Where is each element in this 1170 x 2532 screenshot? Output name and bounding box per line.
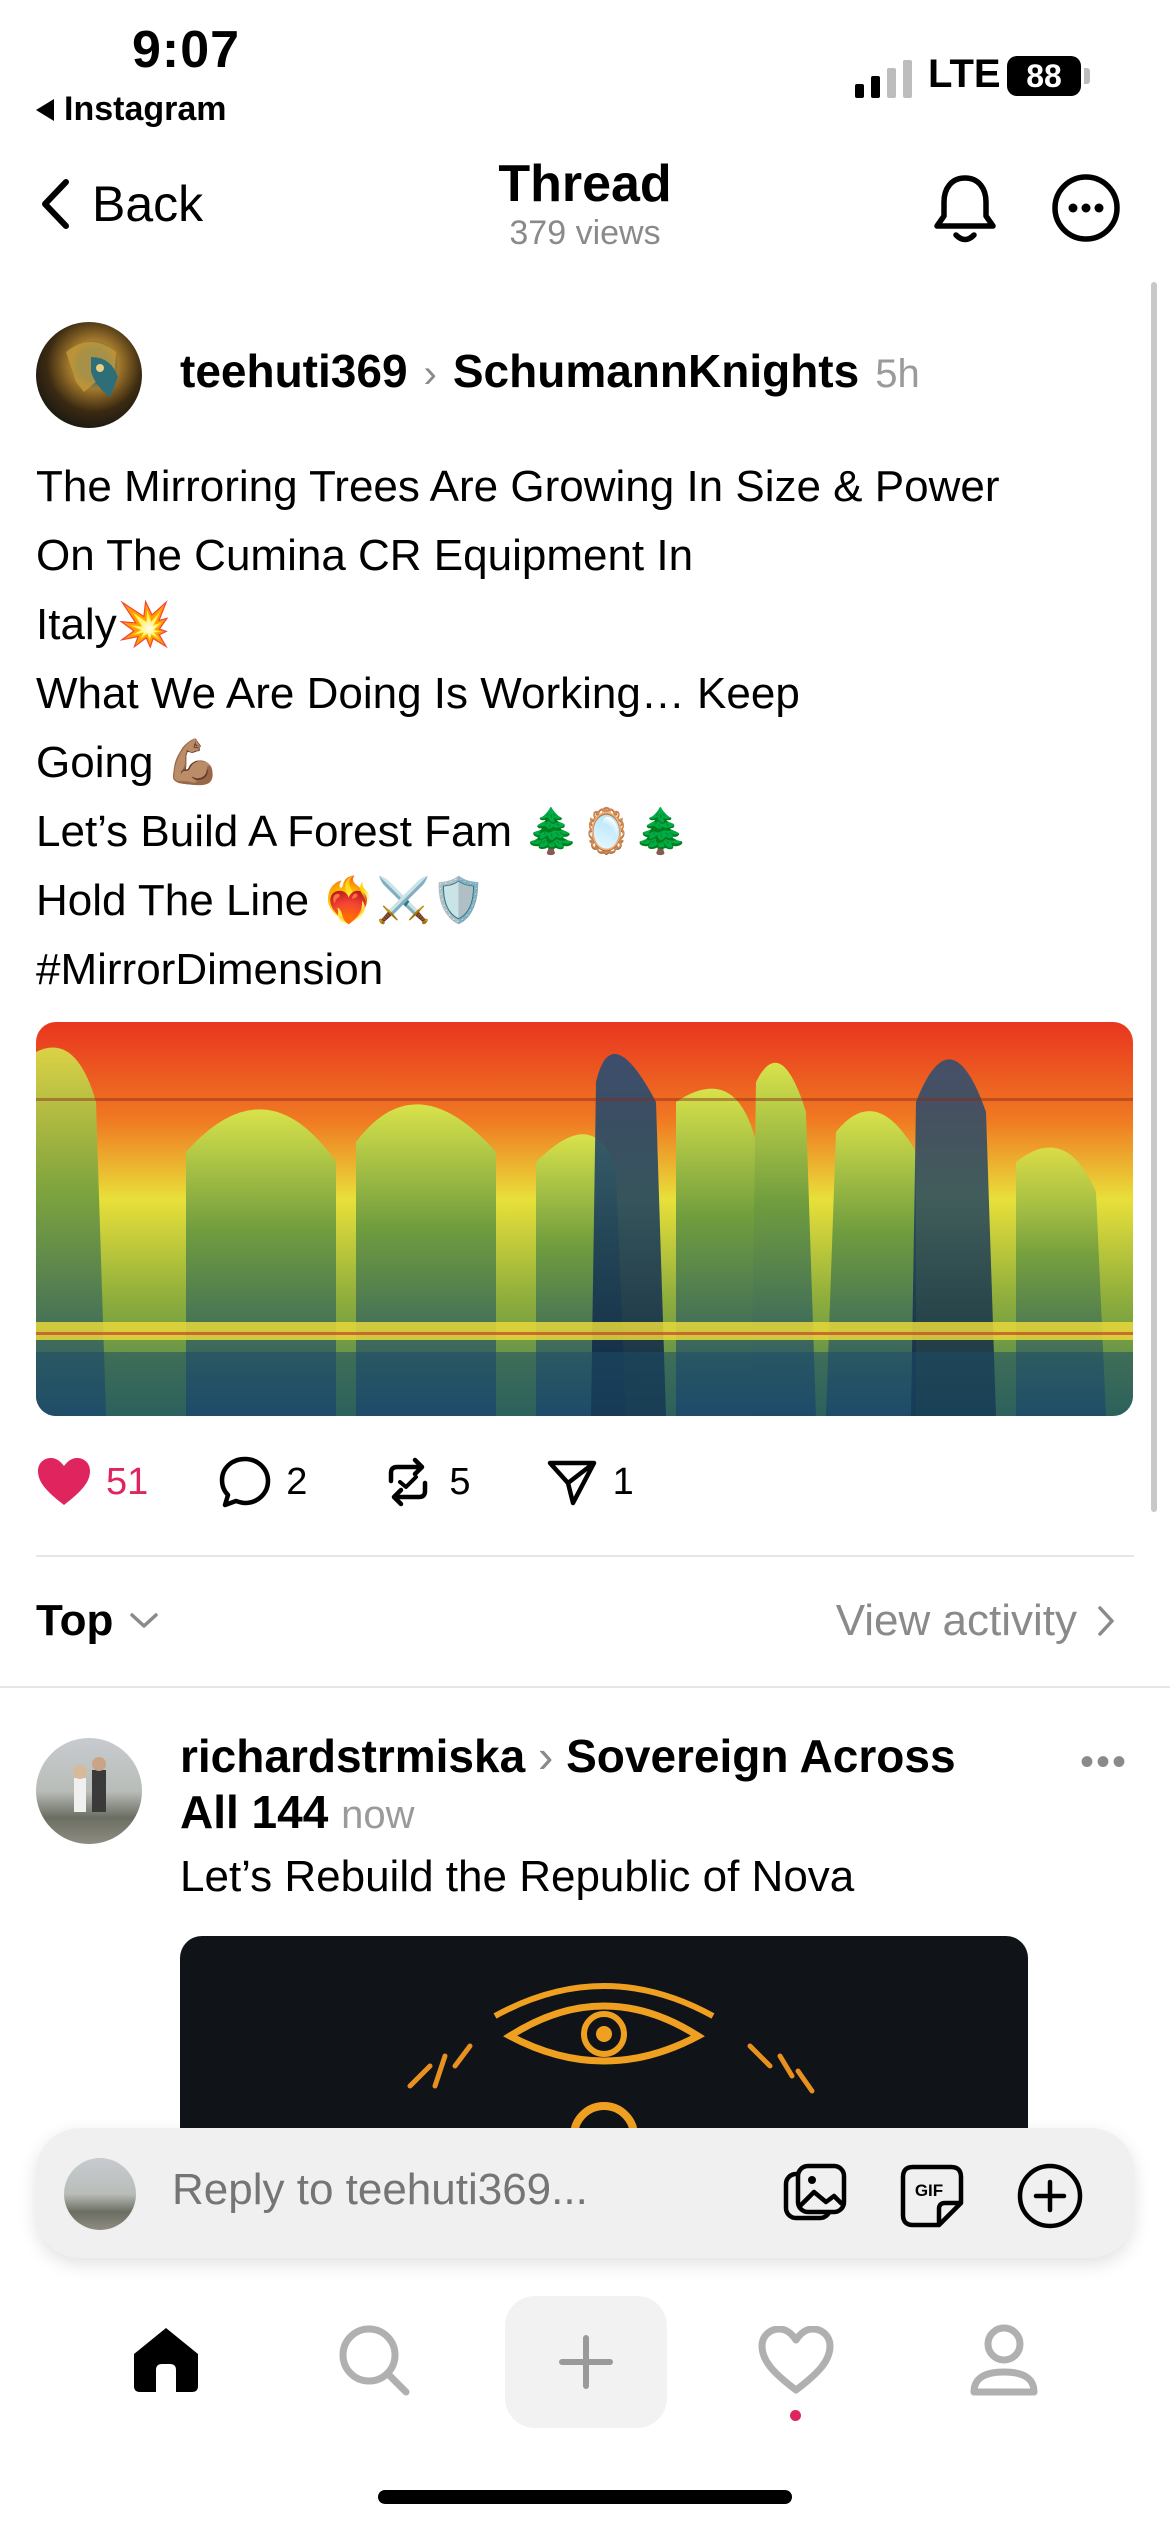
post-time: 5h [875, 352, 920, 396]
reply-community[interactable]: Sovereign Across [566, 1730, 955, 1782]
spectrogram-graphic [36, 1022, 1133, 1416]
reply-time: now [341, 1793, 415, 1837]
post-author-name[interactable]: teehuti369 [180, 344, 408, 398]
gif-button[interactable]: GIF [896, 2160, 968, 2232]
post-line: On The Cumina CR Equipment In [36, 531, 694, 580]
more-horizontal-icon [1052, 174, 1120, 242]
post-line: The Mirroring Trees Are Growing In Size … [36, 462, 1000, 511]
like-count: 51 [106, 1460, 149, 1503]
repost-icon [389, 1457, 428, 1507]
battery-level: 88 [1026, 57, 1062, 94]
back-to-app-link[interactable]: Instagram [36, 90, 227, 129]
post-line: What We Are Doing Is Working… Keep [36, 669, 800, 718]
back-triangle-icon [36, 98, 54, 121]
comment-count: 2 [286, 1460, 308, 1503]
status-time: 9:07 [132, 21, 241, 79]
scrollbar[interactable] [1151, 282, 1157, 1512]
share-button[interactable]: 1 [545, 1455, 634, 1509]
plus-icon [559, 2335, 613, 2389]
battery-tip [1084, 68, 1090, 84]
send-icon [547, 1460, 596, 1506]
reply-header: richardstrmiska › Sovereign Across All 1… [180, 1728, 1020, 1843]
tab-home[interactable] [106, 2300, 226, 2420]
avatar-image [73, 1757, 106, 1812]
post-actions: 51 2 5 1 [36, 1455, 634, 1509]
gallery-icon [783, 2163, 847, 2221]
search-icon [339, 2325, 410, 2396]
network-label: LTE [928, 52, 1001, 96]
heart-icon [38, 1458, 90, 1505]
reply-input[interactable] [172, 2165, 752, 2215]
plus-circle-icon [1017, 2163, 1083, 2229]
tab-activity[interactable] [736, 2300, 856, 2420]
like-button[interactable]: 51 [36, 1457, 148, 1507]
battery-icon: 88 [1007, 56, 1081, 96]
post-header: teehuti369 › SchumannKnights 5h [180, 344, 920, 398]
comment-button[interactable]: 2 [218, 1455, 307, 1509]
repost-count: 5 [449, 1460, 471, 1503]
post-author-avatar[interactable] [36, 322, 142, 428]
home-icon [134, 2328, 198, 2392]
reply-author-avatar[interactable] [36, 1738, 142, 1844]
chevron-right-icon: › [423, 352, 437, 396]
divider [0, 1686, 1170, 1688]
sort-dropdown[interactable]: Top [36, 1596, 159, 1646]
heart-outline-icon [758, 2326, 834, 2394]
divider [36, 1555, 1134, 1557]
activity-badge-dot [790, 2410, 801, 2421]
post-line: Let’s Build A Forest Fam 🌲🪞🌲 [36, 807, 689, 856]
share-count: 1 [612, 1460, 634, 1503]
chevron-right-icon: › [537, 1730, 567, 1782]
signal-icon [855, 60, 912, 98]
chevron-right-icon [1098, 1606, 1114, 1636]
tab-search[interactable] [314, 2300, 434, 2420]
bell-icon [934, 175, 996, 243]
profile-icon [970, 2324, 1038, 2396]
gif-icon: GIF [900, 2164, 964, 2228]
post-line: Hold The Line ❤️‍🔥⚔️🛡️ [36, 876, 486, 925]
composer-avatar [64, 2158, 136, 2230]
chevron-down-icon [130, 1613, 159, 1628]
back-app-label: Instagram [64, 90, 227, 128]
reply-community-cont[interactable]: All 144 [180, 1786, 328, 1838]
avatar-image [66, 342, 118, 397]
post-line: Going 💪🏽 [36, 738, 221, 787]
reply-body: Let’s Rebuild the Republic of Nova [180, 1852, 855, 1901]
more-options-button[interactable] [1050, 172, 1122, 244]
notifications-button[interactable] [928, 170, 1002, 248]
post-hashtag[interactable]: #MirrorDimension [36, 935, 1126, 1004]
post-image-spectrogram[interactable] [36, 1022, 1133, 1416]
post-community[interactable]: SchumannKnights [453, 344, 859, 398]
add-button[interactable] [1014, 2160, 1086, 2232]
view-activity-link[interactable]: View activity [836, 1596, 1115, 1646]
tab-profile[interactable] [944, 2300, 1064, 2420]
post-line: Italy💥 [36, 600, 172, 649]
post-body: The Mirroring Trees Are Growing In Size … [36, 452, 1126, 1004]
home-indicator [378, 2490, 792, 2504]
tab-create[interactable] [505, 2296, 667, 2428]
attach-media-button[interactable] [780, 2160, 852, 2232]
reply-more-button[interactable]: ••• [1080, 1740, 1128, 1785]
comment-icon [220, 1456, 271, 1508]
view-activity-label: View activity [835, 1596, 1077, 1645]
svg-text:GIF: GIF [915, 2181, 943, 2200]
repost-button[interactable]: 5 [381, 1455, 471, 1509]
sort-label: Top [36, 1596, 114, 1645]
reply-author-name[interactable]: richardstrmiska [180, 1730, 525, 1782]
reply-image[interactable] [180, 1936, 1028, 2136]
eye-glyph-graphic [407, 1983, 815, 2136]
